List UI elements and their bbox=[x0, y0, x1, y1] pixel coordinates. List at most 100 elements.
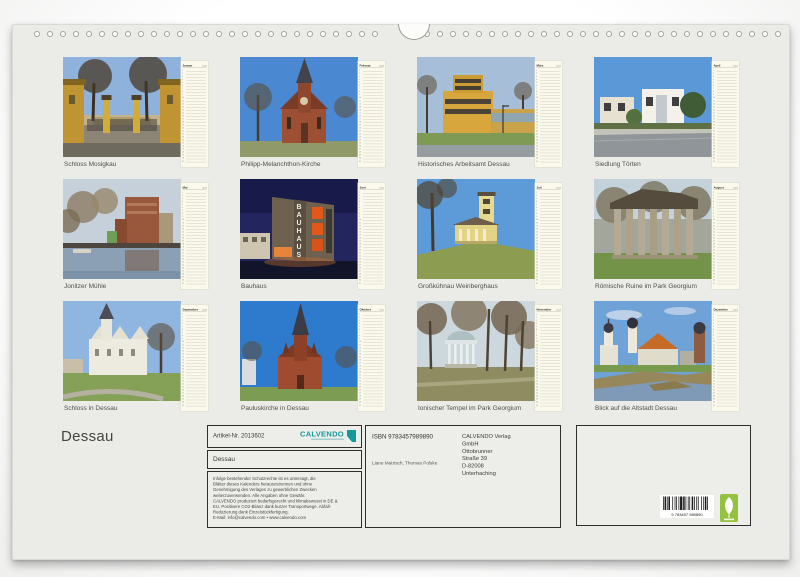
binding-hole bbox=[619, 31, 625, 37]
svg-text:13: 13 bbox=[359, 106, 361, 108]
svg-text:8: 8 bbox=[359, 91, 360, 93]
svg-text:27: 27 bbox=[713, 393, 715, 395]
svg-text:28: 28 bbox=[182, 152, 184, 154]
svg-text:8: 8 bbox=[536, 213, 537, 215]
svg-text:12: 12 bbox=[536, 103, 538, 105]
binding-hole bbox=[242, 31, 248, 37]
svg-text:26: 26 bbox=[536, 146, 538, 148]
svg-text:Juni: Juni bbox=[360, 186, 366, 190]
svg-text:6: 6 bbox=[713, 85, 714, 87]
svg-text:6: 6 bbox=[359, 329, 360, 331]
svg-text:18: 18 bbox=[713, 365, 715, 367]
svg-text:A: A bbox=[297, 236, 302, 243]
svg-text:3: 3 bbox=[536, 320, 537, 322]
svg-text:Mai: Mai bbox=[183, 186, 188, 190]
svg-text:27: 27 bbox=[182, 271, 184, 273]
calendar-title: Dessau bbox=[61, 428, 114, 445]
svg-text:21: 21 bbox=[536, 253, 538, 255]
svg-text:11: 11 bbox=[713, 222, 715, 224]
svg-text:5: 5 bbox=[536, 204, 537, 206]
svg-text:22: 22 bbox=[713, 256, 715, 258]
svg-text:22: 22 bbox=[359, 378, 361, 380]
svg-text:22: 22 bbox=[359, 256, 361, 258]
svg-text:22: 22 bbox=[182, 256, 184, 258]
binding-hole bbox=[697, 31, 703, 37]
svg-text:1: 1 bbox=[359, 192, 360, 194]
svg-text:19: 19 bbox=[359, 246, 361, 248]
svg-text:4: 4 bbox=[359, 323, 360, 325]
svg-text:2024: 2024 bbox=[733, 188, 739, 190]
date-column-juli: Juli202412345678910111213141516171819202… bbox=[535, 183, 562, 289]
svg-text:31: 31 bbox=[359, 161, 361, 163]
svg-text:3: 3 bbox=[359, 320, 360, 322]
svg-text:22: 22 bbox=[713, 378, 715, 380]
svg-text:6: 6 bbox=[182, 85, 183, 87]
svg-text:2024: 2024 bbox=[733, 310, 739, 312]
binding-hole bbox=[112, 31, 118, 37]
svg-text:6: 6 bbox=[713, 207, 714, 209]
svg-text:19: 19 bbox=[182, 124, 184, 126]
svg-text:12: 12 bbox=[713, 347, 715, 349]
svg-text:18: 18 bbox=[536, 243, 538, 245]
svg-text:4: 4 bbox=[182, 323, 183, 325]
svg-text:10: 10 bbox=[359, 341, 361, 343]
series-title: Dessau bbox=[213, 455, 235, 463]
article-number-box: Artikel-Nr. 2013602 CALVENDO bbox=[207, 425, 362, 448]
binding-hole bbox=[47, 31, 53, 37]
svg-text:13: 13 bbox=[713, 228, 715, 230]
svg-text:2: 2 bbox=[182, 195, 183, 197]
binding-hole bbox=[476, 31, 482, 37]
svg-text:12: 12 bbox=[182, 225, 184, 227]
svg-text:31: 31 bbox=[713, 283, 715, 285]
svg-text:7: 7 bbox=[536, 210, 537, 212]
svg-text:25: 25 bbox=[359, 387, 361, 389]
binding-hole bbox=[73, 31, 79, 37]
binding-hole bbox=[632, 31, 638, 37]
svg-text:9: 9 bbox=[536, 216, 537, 218]
binding-hole bbox=[164, 31, 170, 37]
binding-hole bbox=[450, 31, 456, 37]
svg-text:5: 5 bbox=[182, 204, 183, 206]
svg-text:März: März bbox=[537, 64, 544, 68]
svg-text:4: 4 bbox=[536, 201, 537, 203]
svg-text:5: 5 bbox=[536, 82, 537, 84]
date-column-februar: Februar202412345678910111213141516171819… bbox=[358, 61, 385, 167]
month-card-dezember: Dezember20241234567891011121314151617181… bbox=[594, 301, 740, 413]
svg-text:22: 22 bbox=[359, 134, 361, 136]
svg-text:13: 13 bbox=[359, 228, 361, 230]
svg-text:5: 5 bbox=[182, 326, 183, 328]
svg-text:26: 26 bbox=[359, 268, 361, 270]
binding-hole bbox=[593, 31, 599, 37]
svg-text:3: 3 bbox=[359, 198, 360, 200]
svg-text:30: 30 bbox=[359, 158, 361, 160]
binding-hole bbox=[320, 31, 326, 37]
svg-text:29: 29 bbox=[713, 277, 715, 279]
svg-text:9: 9 bbox=[713, 338, 714, 340]
svg-text:21: 21 bbox=[182, 131, 184, 133]
svg-text:6: 6 bbox=[713, 329, 714, 331]
svg-text:16: 16 bbox=[713, 237, 715, 239]
svg-text:22: 22 bbox=[536, 378, 538, 380]
svg-text:30: 30 bbox=[713, 402, 715, 404]
photo-caption: Blick auf die Altstadt Dessau bbox=[595, 404, 677, 412]
svg-text:17: 17 bbox=[536, 118, 538, 120]
svg-text:Februar: Februar bbox=[360, 64, 372, 68]
svg-text:17: 17 bbox=[359, 118, 361, 120]
svg-text:27: 27 bbox=[359, 271, 361, 273]
svg-text:August: August bbox=[714, 186, 724, 190]
svg-text:17: 17 bbox=[536, 240, 538, 242]
svg-text:U: U bbox=[297, 220, 302, 227]
binding-hole bbox=[762, 31, 768, 37]
svg-text:7: 7 bbox=[536, 88, 537, 90]
date-column-november: November20241234567891011121314151617181… bbox=[535, 305, 562, 411]
svg-text:25: 25 bbox=[182, 143, 184, 145]
svg-text:23: 23 bbox=[182, 381, 184, 383]
svg-text:21: 21 bbox=[182, 253, 184, 255]
svg-text:14: 14 bbox=[536, 109, 538, 111]
svg-text:27: 27 bbox=[713, 271, 715, 273]
svg-text:6: 6 bbox=[536, 85, 537, 87]
binding-hole bbox=[151, 31, 157, 37]
svg-text:31: 31 bbox=[182, 283, 184, 285]
svg-text:4: 4 bbox=[536, 79, 537, 81]
photo-caption: Schloss in Dessau bbox=[64, 404, 117, 412]
